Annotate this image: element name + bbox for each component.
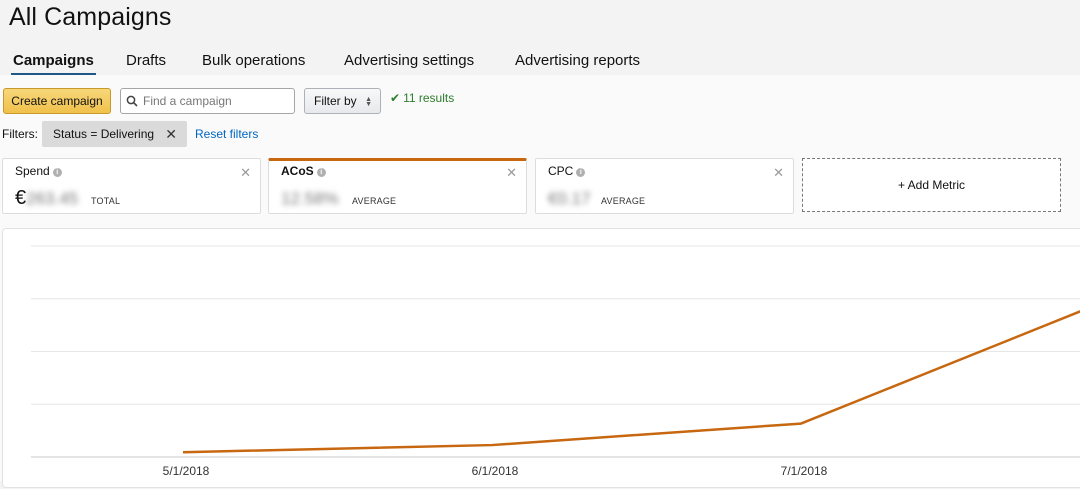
metric-value-number: €0.17 — [548, 189, 591, 208]
x-tick-label: 5/1/2018 — [163, 464, 210, 478]
metric-title-label: ACoS — [281, 164, 314, 178]
filter-chip: Status = Delivering ✕ — [42, 121, 187, 147]
filter-by-dropdown[interactable]: Filter by ▲ ▼ — [304, 88, 381, 114]
metric-title: Spend i — [15, 164, 62, 178]
search-input[interactable] — [143, 91, 291, 111]
line-chart: 5/1/2018 6/1/2018 7/1/2018 — [31, 245, 1080, 478]
metric-unit: AVERAGE — [352, 196, 397, 206]
metric-value-number: 263.45 — [26, 189, 79, 208]
x-tick-label: 6/1/2018 — [472, 464, 519, 478]
metric-value-number: 12.58% — [281, 189, 339, 208]
tab-bulk-operations[interactable]: Bulk operations — [202, 50, 305, 76]
metric-card-cpc[interactable]: CPC i ✕ €0.17 AVERAGE — [535, 158, 794, 214]
sort-caret-icon: ▲ ▼ — [365, 96, 372, 108]
metric-title: CPC i — [548, 164, 586, 178]
chart-panel: 5/1/2018 6/1/2018 7/1/2018 — [2, 228, 1080, 488]
tab-advertising-reports[interactable]: Advertising reports — [515, 50, 640, 76]
info-icon[interactable]: i — [576, 168, 586, 177]
page-title: All Campaigns — [9, 3, 172, 31]
metric-value: 12.58% — [281, 187, 339, 210]
currency-symbol: € — [15, 187, 27, 209]
metric-card-acos[interactable]: ACoS i ✕ 12.58% AVERAGE — [268, 158, 527, 214]
close-icon[interactable]: ✕ — [240, 165, 251, 181]
filter-by-label: Filter by — [314, 94, 357, 108]
metric-value: €0.17 — [548, 187, 591, 210]
metric-unit: AVERAGE — [601, 196, 646, 206]
metric-title-label: Spend — [15, 164, 50, 178]
search-box[interactable] — [120, 88, 295, 114]
create-campaign-button[interactable]: Create campaign — [3, 88, 111, 114]
close-icon[interactable]: ✕ — [506, 165, 517, 181]
close-icon[interactable]: ✕ — [773, 165, 784, 181]
metric-card-spend[interactable]: Spend i ✕ €263.45 TOTAL — [2, 158, 261, 214]
results-count: ✔ 11 results — [390, 91, 454, 105]
tab-drafts[interactable]: Drafts — [126, 50, 166, 76]
metric-title-label: CPC — [548, 164, 574, 178]
x-tick-label: 7/1/2018 — [781, 464, 828, 478]
tab-campaigns[interactable]: Campaigns — [11, 50, 96, 76]
metric-value: €263.45 — [15, 187, 78, 210]
reset-filters-link[interactable]: Reset filters — [195, 127, 258, 141]
metric-unit: TOTAL — [91, 196, 121, 206]
close-icon[interactable]: ✕ — [165, 121, 177, 147]
tab-bar: Campaigns Drafts Bulk operations Adverti… — [0, 50, 1080, 76]
metric-title: ACoS i — [281, 164, 326, 178]
results-text: 11 results — [403, 91, 455, 105]
filters-label: Filters: — [2, 127, 38, 141]
add-metric-button[interactable]: + Add Metric — [802, 158, 1061, 212]
info-icon[interactable]: i — [52, 168, 62, 177]
search-icon — [126, 95, 138, 107]
filter-chip-label: Status = Delivering — [53, 127, 155, 141]
info-icon[interactable]: i — [316, 168, 326, 177]
campaigns-content: Create campaign Filter by ▲▼ ✔11 results… — [0, 75, 1080, 488]
tab-advertising-settings[interactable]: Advertising settings — [344, 50, 474, 76]
check-icon: ✔ — [390, 91, 401, 105]
series-line-acos — [182, 310, 1080, 454]
